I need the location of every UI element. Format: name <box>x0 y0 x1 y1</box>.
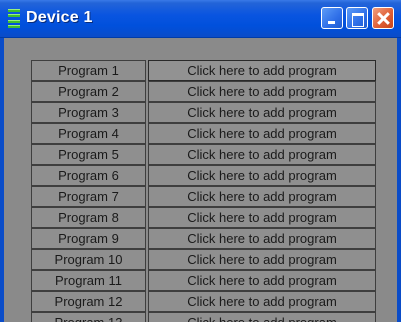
add-program-button[interactable]: Click here to add program <box>148 312 376 322</box>
program-row: Program 13 Click here to add program <box>31 312 376 322</box>
add-program-button[interactable]: Click here to add program <box>148 102 376 123</box>
program-name-cell[interactable]: Program 2 <box>31 81 146 102</box>
add-program-button[interactable]: Click here to add program <box>148 186 376 207</box>
program-row: Program 6 Click here to add program <box>31 165 376 186</box>
add-program-button[interactable]: Click here to add program <box>148 291 376 312</box>
program-row: Program 1 Click here to add program <box>31 60 376 81</box>
program-name-cell[interactable]: Program 11 <box>31 270 146 291</box>
window-frame-right <box>397 38 401 322</box>
program-row: Program 9 Click here to add program <box>31 228 376 249</box>
device-app-icon <box>8 9 20 28</box>
add-program-button[interactable]: Click here to add program <box>148 81 376 102</box>
client-area: Program 1 Click here to add program Prog… <box>4 38 397 322</box>
program-row: Program 2 Click here to add program <box>31 81 376 102</box>
program-name-cell[interactable]: Program 6 <box>31 165 146 186</box>
program-name-cell[interactable]: Program 8 <box>31 207 146 228</box>
add-program-button[interactable]: Click here to add program <box>148 249 376 270</box>
program-row: Program 8 Click here to add program <box>31 207 376 228</box>
program-row: Program 10 Click here to add program <box>31 249 376 270</box>
add-program-button[interactable]: Click here to add program <box>148 228 376 249</box>
program-name-cell[interactable]: Program 3 <box>31 102 146 123</box>
program-name-cell[interactable]: Program 10 <box>31 249 146 270</box>
close-button[interactable] <box>372 7 394 29</box>
add-program-button[interactable]: Click here to add program <box>148 207 376 228</box>
program-name-cell[interactable]: Program 9 <box>31 228 146 249</box>
program-row: Program 4 Click here to add program <box>31 123 376 144</box>
program-row: Program 3 Click here to add program <box>31 102 376 123</box>
program-row: Program 5 Click here to add program <box>31 144 376 165</box>
program-name-cell[interactable]: Program 12 <box>31 291 146 312</box>
program-name-cell[interactable]: Program 13 <box>31 312 146 322</box>
program-row: Program 11 Click here to add program <box>31 270 376 291</box>
window-title: Device 1 <box>26 9 93 26</box>
add-program-button[interactable]: Click here to add program <box>148 144 376 165</box>
program-name-cell[interactable]: Program 4 <box>31 123 146 144</box>
program-list: Program 1 Click here to add program Prog… <box>31 60 376 322</box>
program-name-cell[interactable]: Program 7 <box>31 186 146 207</box>
minimize-button[interactable] <box>321 7 343 29</box>
program-name-cell[interactable]: Program 5 <box>31 144 146 165</box>
add-program-button[interactable]: Click here to add program <box>148 60 376 81</box>
add-program-button[interactable]: Click here to add program <box>148 165 376 186</box>
title-bar[interactable]: Device 1 <box>0 0 401 38</box>
program-row: Program 12 Click here to add program <box>31 291 376 312</box>
device-window: Device 1 Program 1 Click here to add pro… <box>0 0 401 322</box>
program-row: Program 7 Click here to add program <box>31 186 376 207</box>
add-program-button[interactable]: Click here to add program <box>148 270 376 291</box>
program-name-cell[interactable]: Program 1 <box>31 60 146 81</box>
add-program-button[interactable]: Click here to add program <box>148 123 376 144</box>
maximize-button[interactable] <box>346 7 368 29</box>
